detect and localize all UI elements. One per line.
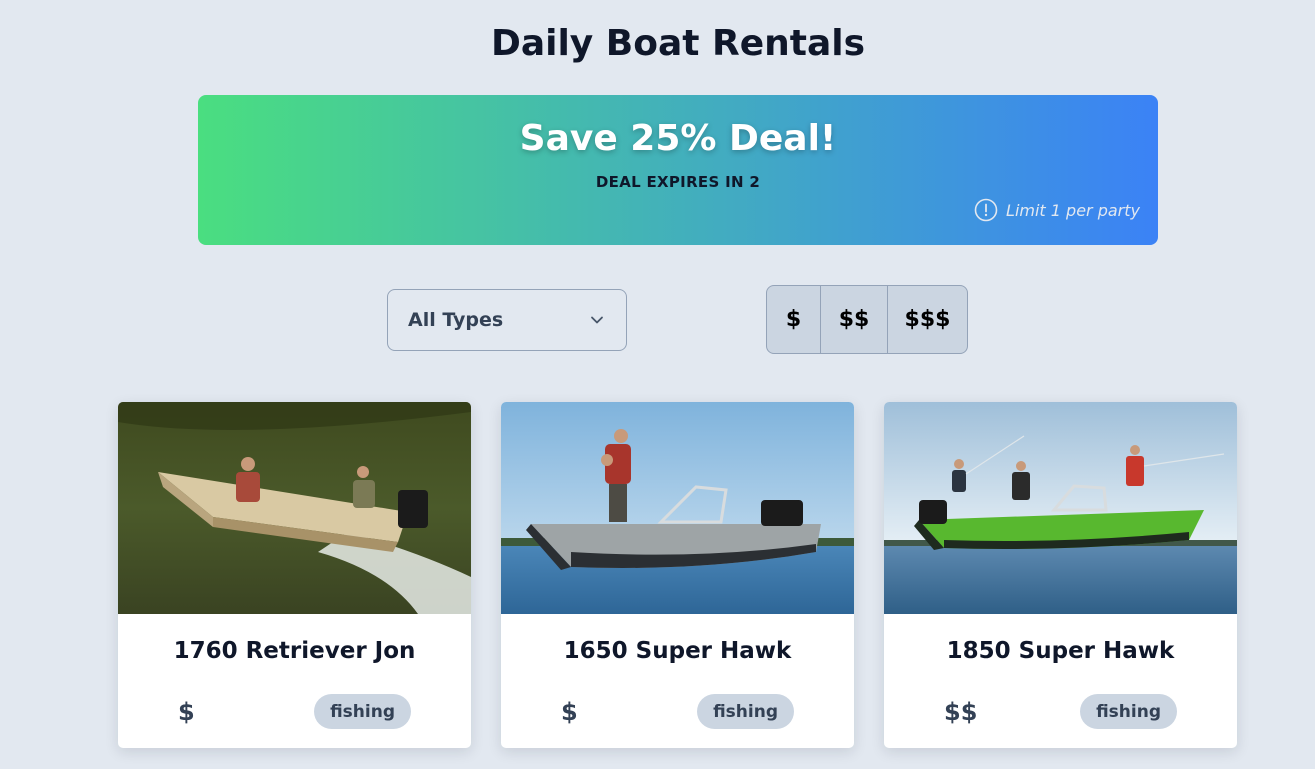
- price-filter-group: $ $$ $$$: [766, 285, 968, 354]
- type-filter-value: All Types: [408, 309, 504, 331]
- info-icon: [974, 198, 998, 222]
- boat-image: [884, 402, 1237, 614]
- deal-expires-text: DEAL EXPIRES IN 2: [595, 173, 761, 191]
- boat-card[interactable]: 1760 Retriever Jon $ fishing: [118, 402, 471, 748]
- chevron-down-icon: [591, 316, 603, 324]
- deal-limit-label: Limit 1 per party: [1006, 200, 1140, 220]
- boat-name: 1650 Super Hawk: [563, 638, 792, 664]
- boat-type-tag: fishing: [697, 694, 794, 729]
- boat-name: 1760 Retriever Jon: [173, 638, 416, 664]
- type-filter-select[interactable]: All Types: [387, 289, 627, 351]
- deal-banner: Save 25% Deal! DEAL EXPIRES IN 2 Limit 1…: [198, 95, 1158, 245]
- deal-limit-note: Limit 1 per party: [974, 198, 1140, 222]
- boat-card[interactable]: 1850 Super Hawk $$ fishing: [884, 402, 1237, 748]
- boat-image: [501, 402, 854, 614]
- price-filter-two[interactable]: $$: [821, 286, 888, 353]
- page-title: Daily Boat Rentals: [490, 23, 866, 64]
- boat-price: $$: [944, 698, 978, 726]
- boat-name: 1850 Super Hawk: [946, 638, 1175, 664]
- boat-image: [118, 402, 471, 614]
- boat-card[interactable]: 1650 Super Hawk $ fishing: [501, 402, 854, 748]
- price-filter-three[interactable]: $$$: [888, 286, 967, 353]
- boat-price: $: [561, 698, 578, 726]
- deal-title: Save 25% Deal!: [519, 118, 837, 159]
- boat-type-tag: fishing: [1080, 694, 1177, 729]
- boat-type-tag: fishing: [314, 694, 411, 729]
- boat-price: $: [178, 698, 195, 726]
- price-filter-one[interactable]: $: [767, 286, 821, 353]
